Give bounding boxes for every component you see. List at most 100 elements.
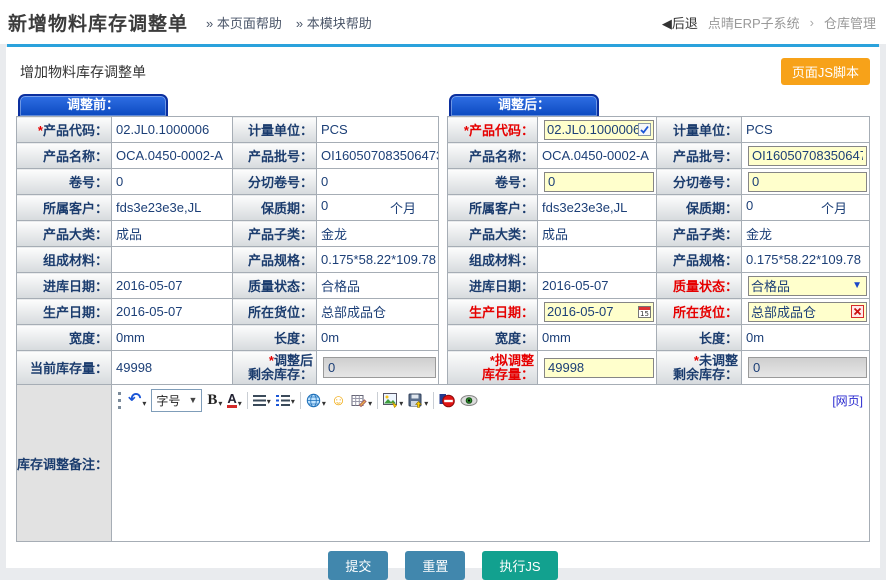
label-category-after: 产品大类：: [448, 221, 538, 247]
label-remark: 库存调整备注：: [17, 385, 112, 541]
before-panel: 调整前： *产品代码： 02.JL0.1000006 计量单位： PCS 产品名…: [16, 94, 439, 385]
breadcrumb-separator: ›: [810, 15, 814, 30]
value-location-after: [742, 299, 870, 325]
label-quality-status: 质量状态：: [233, 273, 317, 299]
value-subcategory-after: 金龙: [742, 221, 870, 247]
webpage-mode-link[interactable]: [网页]: [832, 392, 863, 409]
label-roll-no: 卷号：: [17, 169, 112, 195]
label-subcategory: 产品子类：: [233, 221, 317, 247]
hyperlink-globe-icon[interactable]: ▾: [306, 393, 326, 408]
svg-text:15: 15: [640, 310, 649, 318]
remark-editor: ↶▾ 字号▼ B▾ A▾ ▾ ▾ ▾ ☺ ▾ ▾ ▾ [网页]: [112, 385, 869, 541]
value-customer-after: fds3e23e3e,JL: [538, 195, 657, 221]
value-roll-no-after: [538, 169, 657, 195]
label-quality-status-after: 质量状态：: [657, 273, 742, 299]
calendar-icon[interactable]: 15: [638, 305, 651, 318]
font-color-icon[interactable]: A▾: [227, 393, 241, 408]
value-width-after: 0mm: [538, 325, 657, 351]
tab-before: 调整前：: [18, 94, 168, 116]
page-js-script-button[interactable]: 页面JS脚本: [781, 58, 870, 85]
production-date-input[interactable]: [547, 304, 638, 320]
label-inbound-date-after: 进库日期：: [448, 273, 538, 299]
label-customer: 所属客户：: [17, 195, 112, 221]
value-customer: fds3e23e3e,JL: [112, 195, 233, 221]
batch-no-input[interactable]: [748, 146, 867, 166]
align-icon[interactable]: ▾: [253, 395, 271, 406]
run-js-button[interactable]: 执行JS: [482, 551, 557, 580]
emoticon-icon[interactable]: ☺: [331, 393, 346, 408]
label-spec: 产品规格：: [233, 247, 317, 273]
submit-button[interactable]: 提交: [328, 551, 388, 580]
before-table: *产品代码： 02.JL0.1000006 计量单位： PCS 产品名称： OC…: [16, 116, 439, 385]
back-link[interactable]: ◀后退: [662, 13, 698, 32]
remaining-after-input: [323, 357, 436, 378]
label-length: 长度：: [233, 325, 317, 351]
label-product-name: 产品名称：: [17, 143, 112, 169]
value-production-date-after: 15: [538, 299, 657, 325]
value-category-after: 成品: [538, 221, 657, 247]
quality-status-select[interactable]: 合格品 ▼: [748, 276, 867, 296]
save-html-icon[interactable]: ▾: [408, 393, 428, 408]
label-roll-no-after: 卷号：: [448, 169, 538, 195]
label-width: 宽度：: [17, 325, 112, 351]
preview-eye-icon[interactable]: [460, 394, 478, 407]
label-width-after: 宽度：: [448, 325, 538, 351]
top-header: 新增物料库存调整单 » 本页面帮助 » 本模块帮助 ◀后退 点晴ERP子系统 ›…: [0, 0, 886, 44]
toolbar-separator: [433, 392, 434, 409]
label-location-after: 所在货位：: [657, 299, 742, 325]
label-product-name-after: 产品名称：: [448, 143, 538, 169]
label-customer-after: 所属客户：: [448, 195, 538, 221]
insert-image-icon[interactable]: ▾: [383, 393, 403, 408]
label-unadjusted-remaining: *未调整 剩余库存：: [657, 351, 742, 385]
label-batch-no: 产品批号：: [233, 143, 317, 169]
value-production-date: 2016-05-07: [112, 299, 233, 325]
breadcrumb-module[interactable]: 仓库管理: [824, 13, 876, 32]
undo-icon[interactable]: ↶▾: [128, 392, 146, 408]
help-page-link[interactable]: » 本页面帮助: [206, 13, 282, 32]
select-product-icon[interactable]: [638, 123, 651, 136]
value-subcategory: 金龙: [317, 221, 439, 247]
remark-section: 库存调整备注： ↶▾ 字号▼ B▾ A▾ ▾ ▾ ▾ ☺ ▾ ▾ ▾: [16, 384, 870, 542]
value-unit-after: PCS: [742, 117, 870, 143]
font-size-select[interactable]: 字号▼: [151, 389, 202, 412]
after-panel: 调整后： *产品代码： 计量单位： PCS 产品名称： O: [447, 94, 870, 385]
proposed-stock-input[interactable]: [544, 358, 654, 378]
help-module-link[interactable]: » 本模块帮助: [296, 13, 372, 32]
label-spec-after: 产品规格：: [657, 247, 742, 273]
value-unit: PCS: [317, 117, 439, 143]
value-category: 成品: [112, 221, 233, 247]
value-length-after: 0m: [742, 325, 870, 351]
value-unadjusted-remaining: [742, 351, 870, 385]
value-inbound-date: 2016-05-07: [112, 273, 233, 299]
value-product-code-after: [538, 117, 657, 143]
toolbar-separator: [300, 392, 301, 409]
value-inbound-date-after: 2016-05-07: [538, 273, 657, 299]
product-code-input[interactable]: [547, 122, 638, 138]
value-product-name-after: OCA.0450-0002-A: [538, 143, 657, 169]
value-quality-status-after: 合格品 ▼: [742, 273, 870, 299]
value-quality-status: 合格品: [317, 273, 439, 299]
label-subcategory-after: 产品子类：: [657, 221, 742, 247]
roll-no-input[interactable]: [544, 172, 654, 192]
label-production-date-after: 生产日期：: [448, 299, 538, 325]
value-width: 0mm: [112, 325, 233, 351]
no-entry-icon[interactable]: [439, 393, 455, 408]
value-proposed-stock: [538, 351, 657, 385]
slit-roll-no-input[interactable]: [748, 172, 867, 192]
clear-location-icon[interactable]: [851, 305, 864, 318]
location-input[interactable]: [751, 304, 851, 320]
value-spec: 0.175*58.22*109.78: [317, 247, 439, 273]
numbered-list-icon[interactable]: ▾: [276, 395, 295, 406]
value-remaining-after: [317, 351, 439, 385]
reset-button[interactable]: 重置: [405, 551, 465, 580]
toolbar-grip-icon: [118, 392, 121, 409]
value-material-after: [538, 247, 657, 273]
breadcrumb-system[interactable]: 点晴ERP子系统: [708, 13, 800, 32]
editor-toolbar: ↶▾ 字号▼ B▾ A▾ ▾ ▾ ▾ ☺ ▾ ▾ ▾ [网页]: [112, 385, 869, 415]
table-edit-icon[interactable]: ▾: [351, 393, 372, 408]
value-spec-after: 0.175*58.22*109.78: [742, 247, 870, 273]
label-material-after: 组成材料：: [448, 247, 538, 273]
bold-icon[interactable]: B▾: [207, 393, 222, 408]
remark-content-area[interactable]: [112, 415, 869, 541]
label-production-date: 生产日期：: [17, 299, 112, 325]
